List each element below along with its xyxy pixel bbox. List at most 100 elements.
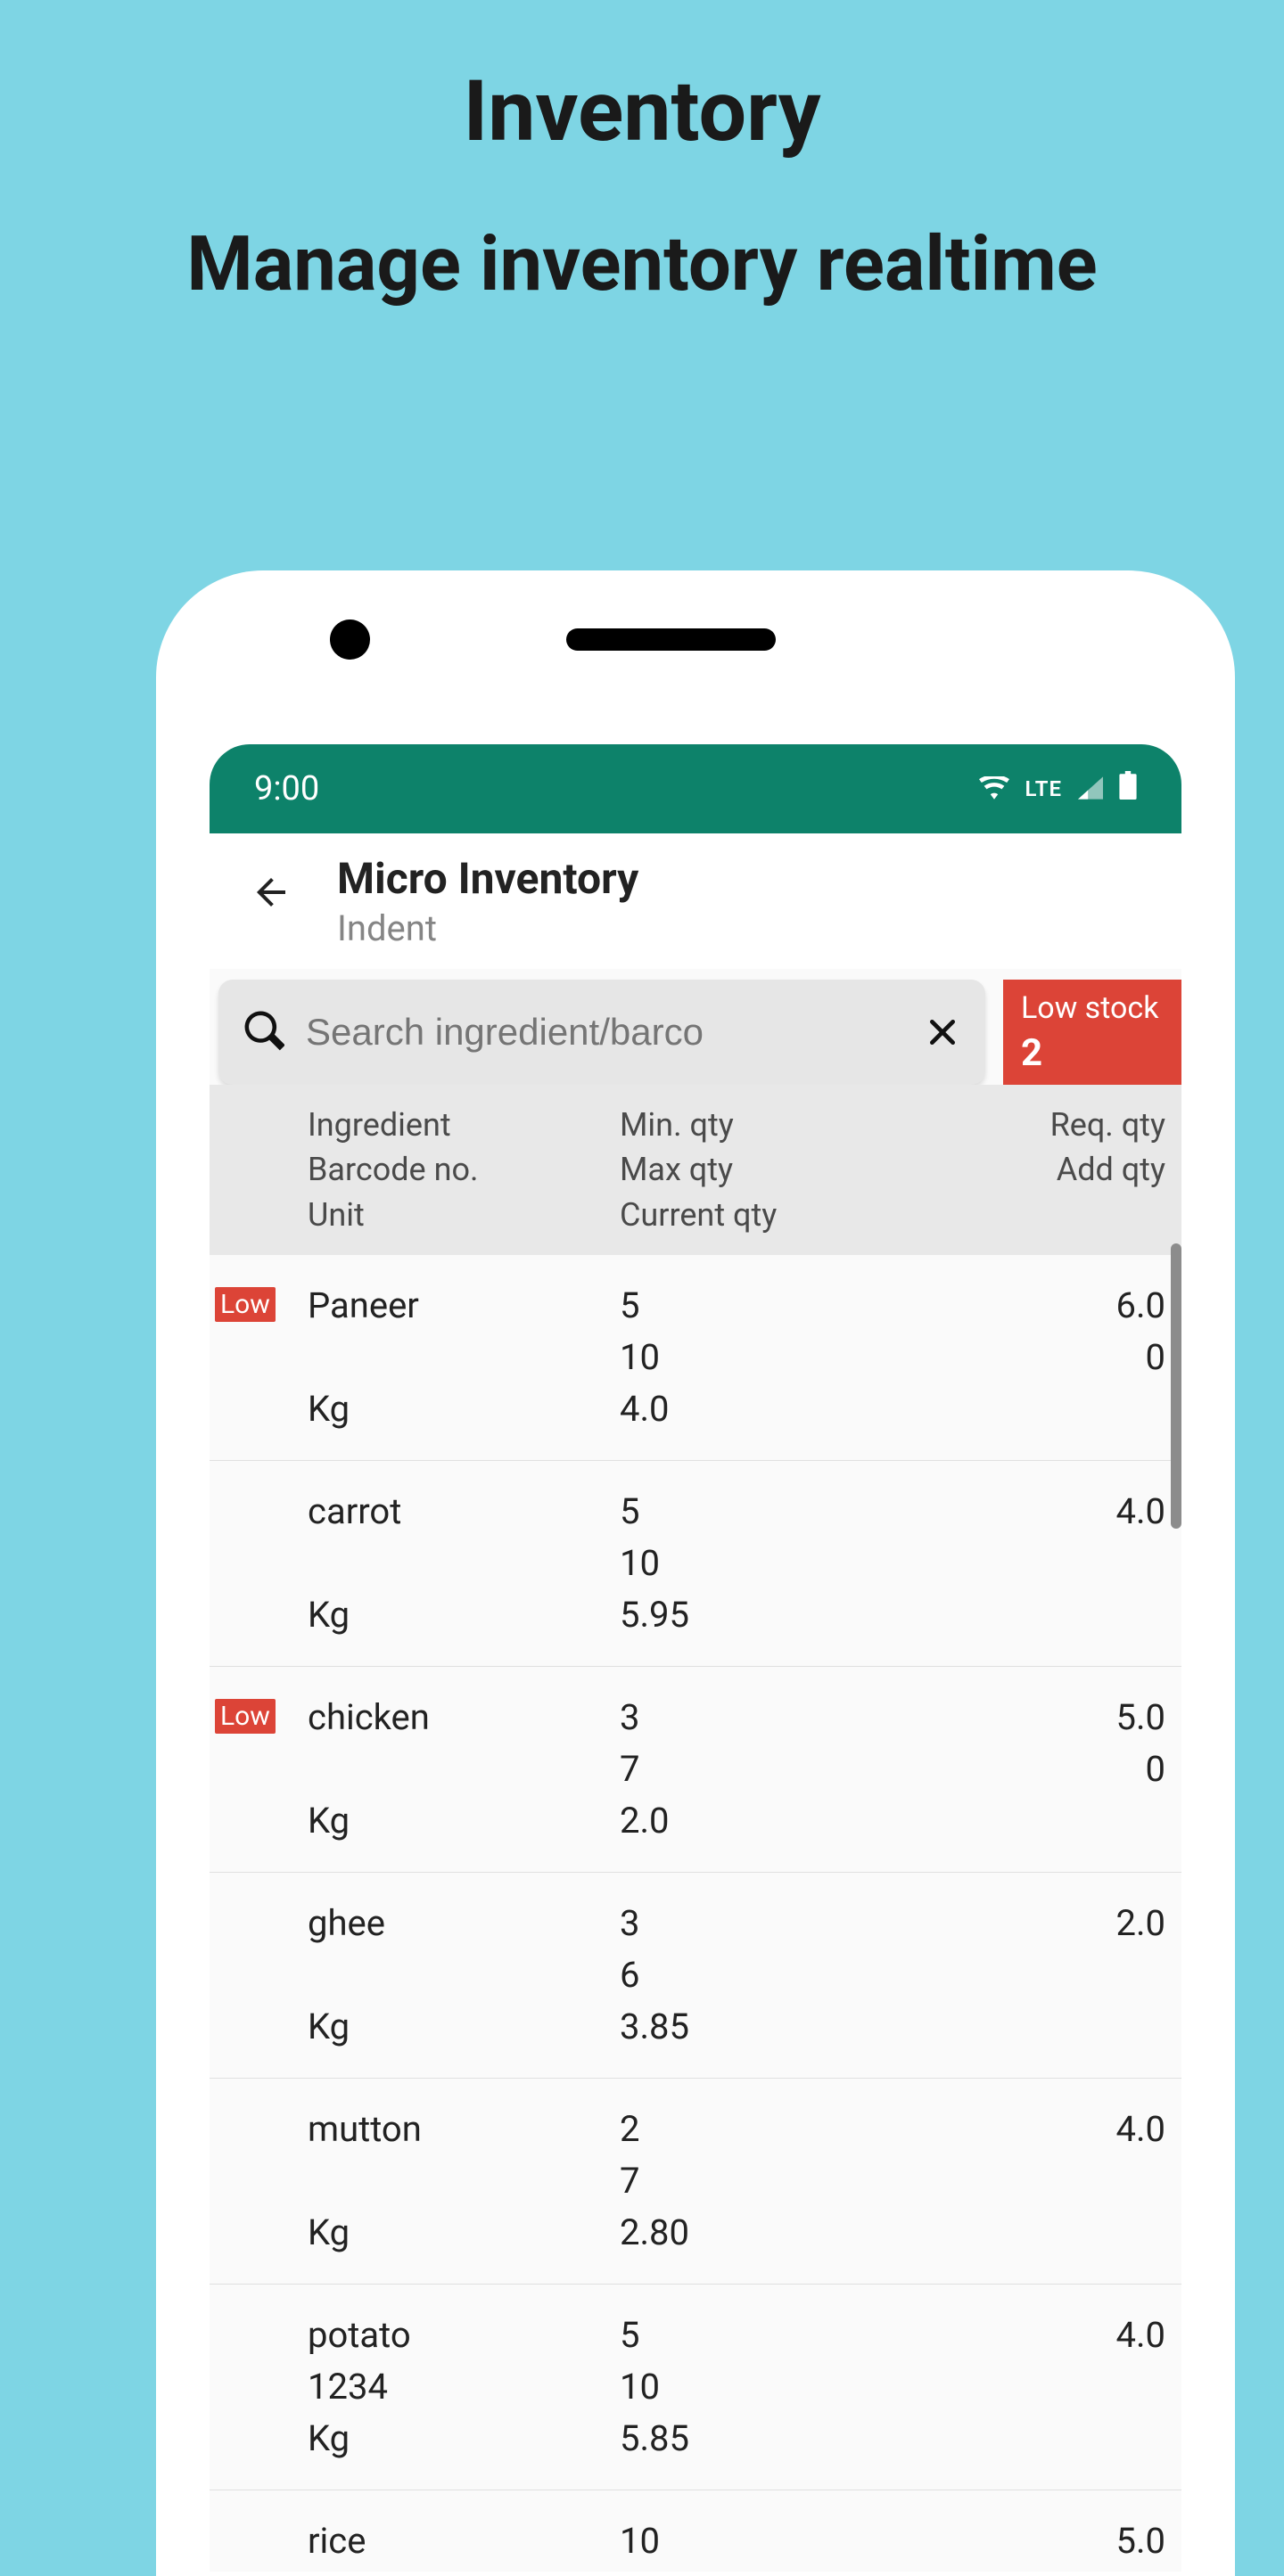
- th-barcode: Barcode no.: [308, 1147, 620, 1192]
- barcode-value: [308, 1332, 620, 1383]
- qty-cell: 5105.95: [620, 1486, 905, 1641]
- qty-cell: 272.80: [620, 2104, 905, 2259]
- req-qty: 4.0: [905, 2309, 1165, 2361]
- phone-camera-dot: [330, 619, 370, 660]
- signal-icon: [1078, 769, 1103, 808]
- ingredient-name: mutton: [308, 2104, 620, 2155]
- ingredient-name: ghee: [308, 1898, 620, 1949]
- add-qty[interactable]: [905, 1538, 1165, 1589]
- th-req-qty: Req. qty: [905, 1103, 1165, 1147]
- min-qty: 5: [620, 1486, 905, 1538]
- req-qty: 6.0: [905, 1280, 1165, 1332]
- qty-cell: 372.0: [620, 1692, 905, 1847]
- req-qty: 4.0: [905, 2104, 1165, 2155]
- low-stock-card[interactable]: Low stock 2: [1003, 980, 1181, 1085]
- req-cell: 4.0: [905, 1486, 1165, 1641]
- barcode-value: [308, 1949, 620, 2001]
- arrow-left-icon: [250, 871, 292, 914]
- ingredient-cell: ghee Kg: [308, 1898, 620, 2053]
- th-ingredient: Ingredient: [308, 1103, 620, 1147]
- req-qty: 2.0: [905, 1898, 1165, 1949]
- ingredient-name: carrot: [308, 1486, 620, 1538]
- add-qty[interactable]: [905, 2155, 1165, 2207]
- qty-cell: 363.85: [620, 1898, 905, 2053]
- add-qty[interactable]: [905, 2361, 1165, 2413]
- network-type-label: LTE: [1025, 776, 1062, 801]
- row-badge-cell: [210, 2515, 308, 2572]
- add-qty[interactable]: [905, 1949, 1165, 2001]
- current-qty: 4.0: [620, 1383, 905, 1435]
- add-qty[interactable]: 0: [905, 1332, 1165, 1383]
- wifi-icon: [979, 769, 1009, 808]
- unit-value: Kg: [308, 2001, 620, 2053]
- table-row[interactable]: mutton Kg272.804.0: [210, 2079, 1181, 2285]
- table-row[interactable]: Low Paneer Kg5104.06.00: [210, 1255, 1181, 1461]
- req-cell: 2.0: [905, 1898, 1165, 2053]
- table-row[interactable]: rice Kg102014.705.0: [210, 2490, 1181, 2572]
- current-qty: 2.0: [620, 1795, 905, 1847]
- search-row: Low stock 2: [210, 969, 1181, 1085]
- clear-search-button[interactable]: [925, 1014, 960, 1050]
- search-icon: [243, 1010, 284, 1054]
- barcode-value: [308, 1538, 620, 1589]
- search-box[interactable]: [218, 980, 985, 1085]
- unit-value: Kg: [308, 1795, 620, 1847]
- ingredient-name: Paneer: [308, 1280, 620, 1332]
- table-row[interactable]: ghee Kg363.852.0: [210, 1873, 1181, 2079]
- max-qty: 7: [620, 2155, 905, 2207]
- row-badge-cell: [210, 2104, 308, 2259]
- max-qty: 7: [620, 1743, 905, 1795]
- app-screen: 9:00 LTE Micro Inventory Inde: [210, 744, 1181, 2572]
- phone-hardware: [156, 570, 1235, 664]
- low-badge: Low: [215, 1287, 276, 1322]
- req-cell: 5.00: [905, 1692, 1165, 1847]
- status-time: 9:00: [254, 769, 319, 808]
- ingredient-cell: carrot Kg: [308, 1486, 620, 1641]
- low-badge: Low: [215, 1699, 276, 1734]
- phone-speaker-slot: [566, 628, 776, 651]
- row-badge-cell: [210, 1486, 308, 1641]
- qty-cell: 5104.0: [620, 1280, 905, 1435]
- unit-value: Kg: [308, 2413, 620, 2465]
- add-qty[interactable]: [905, 2567, 1165, 2572]
- app-title: Micro Inventory: [337, 853, 638, 904]
- th-add-qty: Add qty: [905, 1147, 1165, 1192]
- ingredient-name: chicken: [308, 1692, 620, 1743]
- req-cell: 4.0: [905, 2309, 1165, 2465]
- min-qty: 2: [620, 2104, 905, 2155]
- table-row[interactable]: Low chicken Kg372.05.00: [210, 1667, 1181, 1873]
- back-button[interactable]: [250, 871, 292, 917]
- min-qty: 10: [620, 2515, 905, 2567]
- max-qty: 10: [620, 2361, 905, 2413]
- min-qty: 3: [620, 1898, 905, 1949]
- table-header: Ingredient Barcode no. Unit Min. qty Max…: [210, 1085, 1181, 1255]
- page-subtitle: Manage inventory realtime: [0, 161, 1284, 308]
- current-qty: 5.85: [620, 2413, 905, 2465]
- barcode-value: [308, 2155, 620, 2207]
- search-input[interactable]: [306, 1011, 903, 1054]
- ingredient-cell: mutton Kg: [308, 2104, 620, 2259]
- table-row[interactable]: carrot Kg5105.954.0: [210, 1461, 1181, 1667]
- unit-value: Kg: [308, 1589, 620, 1641]
- max-qty: 6: [620, 1949, 905, 2001]
- th-min-qty: Min. qty: [620, 1103, 905, 1147]
- app-subtitle: Indent: [337, 907, 638, 949]
- unit-value: Kg: [308, 1383, 620, 1435]
- barcode-value: [308, 1743, 620, 1795]
- current-qty: 3.85: [620, 2001, 905, 2053]
- add-qty[interactable]: 0: [905, 1743, 1165, 1795]
- scrollbar-handle[interactable]: [1171, 1243, 1181, 1529]
- min-qty: 5: [620, 2309, 905, 2361]
- status-icons: LTE: [979, 769, 1137, 808]
- req-qty: 5.0: [905, 2515, 1165, 2567]
- max-qty: 10: [620, 1538, 905, 1589]
- phone-side-button: [1224, 1141, 1235, 1310]
- ingredient-cell: Paneer Kg: [308, 1280, 620, 1435]
- max-qty: 10: [620, 1332, 905, 1383]
- table-row[interactable]: potato1234Kg5105.854.0: [210, 2285, 1181, 2490]
- req-qty: 4.0: [905, 1486, 1165, 1538]
- row-badge-cell: Low: [210, 1692, 308, 1847]
- close-icon: [925, 1014, 960, 1050]
- barcode-value: [308, 2567, 620, 2572]
- row-badge-cell: Low: [210, 1280, 308, 1435]
